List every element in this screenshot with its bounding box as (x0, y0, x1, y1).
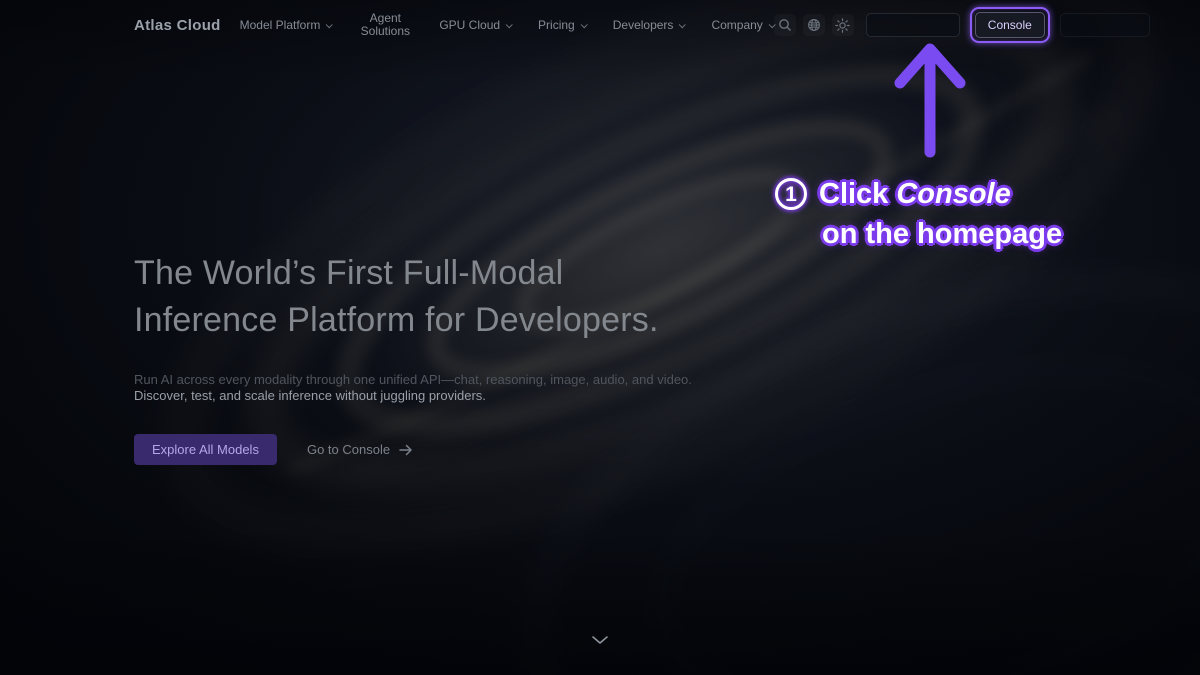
arrow-right-icon (399, 444, 413, 456)
hero-subtitle-line2: Discover, test, and scale inference with… (134, 388, 692, 404)
scroll-down-chevron-icon (591, 632, 609, 650)
top-navbar: Atlas Cloud Model Platform Agent Solutio… (0, 0, 1200, 50)
chevron-down-icon (580, 21, 587, 28)
nav-links: Model Platform Agent Solutions GPU Cloud… (240, 12, 774, 38)
search-icon[interactable] (774, 14, 796, 36)
atlas-cloud-logo[interactable]: Atlas Cloud (134, 17, 221, 34)
chevron-down-icon (679, 21, 686, 28)
nav-item-gpu-cloud[interactable]: GPU Cloud (439, 18, 511, 32)
hero-title-line2: Inference Platform for Developers. (134, 301, 659, 339)
hero-cta-row: Explore All Models Go to Console (134, 434, 692, 465)
nav-pill-left-button[interactable] (866, 13, 960, 37)
hero-title-line1: The World’s First Full-Modal (134, 254, 563, 292)
hero-title: The World’s First Full-Modal Inference P… (134, 250, 692, 344)
nav-item-company[interactable]: Company (711, 18, 773, 32)
hero-section: The World’s First Full-Modal Inference P… (134, 250, 692, 465)
chevron-down-icon (326, 21, 333, 28)
nav-item-agent-solutions[interactable]: Agent Solutions (358, 12, 412, 38)
sun-icon[interactable] (832, 14, 854, 36)
go-to-console-link[interactable]: Go to Console (307, 442, 413, 457)
nav-item-pricing[interactable]: Pricing (538, 18, 586, 32)
chevron-down-icon (506, 21, 513, 28)
console-button-wrap: Console (975, 12, 1045, 38)
globe-icon[interactable] (803, 14, 825, 36)
nav-pill-right-button[interactable] (1060, 13, 1150, 37)
hero-subtitle: Run AI across every modality through one… (134, 372, 692, 403)
nav-item-developers[interactable]: Developers (613, 18, 685, 32)
console-button[interactable]: Console (975, 12, 1045, 38)
explore-all-models-button[interactable]: Explore All Models (134, 434, 277, 465)
nav-item-model-platform[interactable]: Model Platform (240, 18, 332, 32)
nav-right-group: Console (774, 12, 1150, 38)
hero-subtitle-line1: Run AI across every modality through one… (134, 372, 692, 388)
